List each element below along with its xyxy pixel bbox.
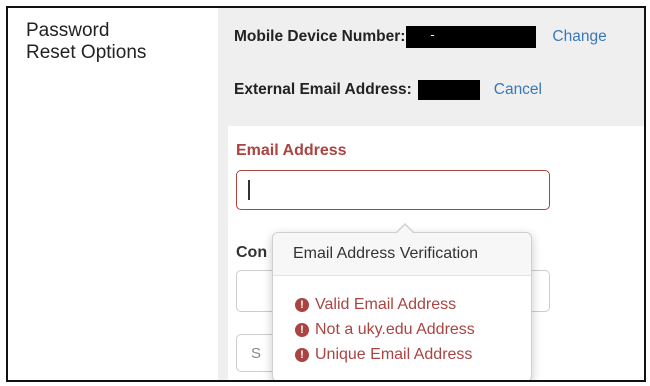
section-title: Password Reset Options — [26, 20, 206, 64]
verification-item-not-uky: ! Not a uky.edu Address — [295, 317, 531, 342]
verification-item-label: Not a uky.edu Address — [315, 321, 475, 338]
email-address-input[interactable] — [236, 170, 550, 210]
popover-arrow-inner — [396, 225, 414, 234]
external-email-label: External Email Address: — [234, 81, 412, 98]
page-frame: Password Reset Options Mobile Device Num… — [6, 6, 646, 382]
cancel-link[interactable]: Cancel — [494, 81, 542, 99]
text-cursor — [248, 180, 250, 200]
exclamation-circle-icon: ! — [295, 297, 309, 312]
email-verification-popover: Email Address Verification ! Valid Email… — [272, 223, 532, 380]
verification-item-label: Valid Email Address — [315, 296, 457, 313]
mobile-number-fragment: - — [430, 27, 435, 42]
email-address-label: Email Address — [236, 142, 347, 159]
mobile-device-label: Mobile Device Number: — [234, 28, 406, 45]
mobile-device-row: Mobile Device Number: - Change — [234, 26, 607, 48]
verification-item-label: Unique Email Address — [315, 346, 473, 363]
verification-list: ! Valid Email Address ! Not a uky.edu Ad… — [273, 276, 531, 367]
section-title-line2: Reset Options — [26, 42, 147, 63]
exclamation-circle-icon: ! — [295, 322, 309, 337]
mobile-number-redacted: - — [406, 26, 537, 48]
external-email-row: External Email Address: Cancel — [234, 80, 542, 100]
verification-item-valid: ! Valid Email Address — [295, 292, 531, 317]
section-title-line1: Password — [26, 20, 110, 41]
popover-title: Email Address Verification — [273, 233, 531, 276]
external-email-redacted — [417, 80, 480, 100]
exclamation-circle-icon: ! — [295, 347, 309, 362]
change-link[interactable]: Change — [552, 28, 606, 46]
verification-item-unique: ! Unique Email Address — [295, 342, 531, 367]
confirm-email-label: Con — [236, 244, 268, 261]
